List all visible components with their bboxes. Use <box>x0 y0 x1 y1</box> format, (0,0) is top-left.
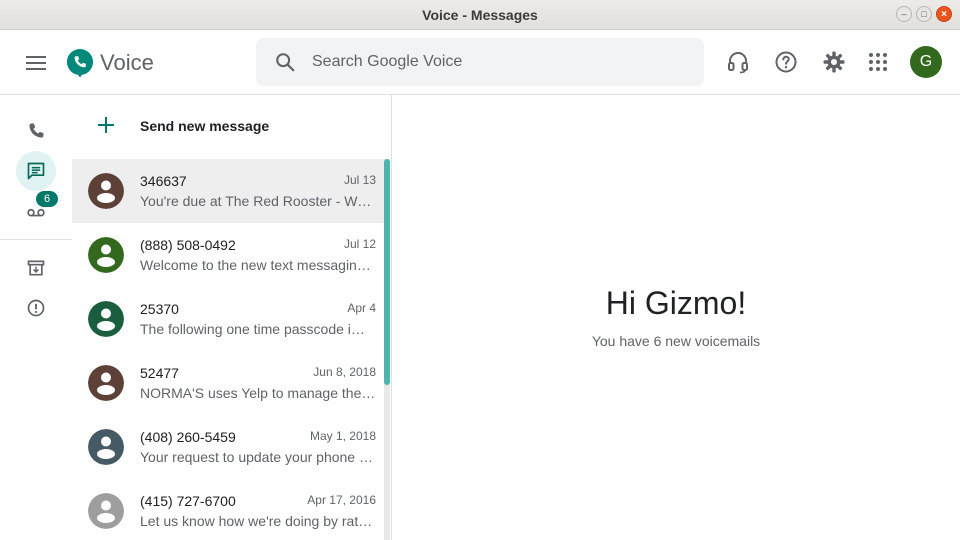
contact-avatar-icon <box>88 173 124 209</box>
scrollbar-thumb[interactable] <box>384 159 390 385</box>
plus-icon <box>98 117 114 133</box>
nav-archive[interactable] <box>16 248 56 288</box>
conversation-row[interactable]: 346637 Jul 13 You're due at The Red Roos… <box>72 159 384 223</box>
message-snippet: Your request to update your phone … <box>140 449 373 465</box>
rail-divider <box>0 239 72 240</box>
support-headset-icon[interactable] <box>726 50 750 74</box>
contact-name: (888) 508-0492 <box>140 237 236 253</box>
nav-rail: 6 <box>0 95 72 540</box>
menu-icon <box>26 56 46 58</box>
conversation-row[interactable]: (408) 260-5459 May 1, 2018 Your request … <box>72 415 384 479</box>
contact-avatar-icon <box>88 429 124 465</box>
app-header: Voice Search Google Voice G <box>0 30 960 95</box>
phone-icon <box>29 123 44 138</box>
contact-avatar-icon <box>88 493 124 529</box>
conversation-scrollbar[interactable] <box>384 159 390 540</box>
message-snippet: Let us know how we're doing by rat… <box>140 513 373 529</box>
window-title: Voice - Messages <box>422 6 538 23</box>
message-date: Jun 8, 2018 <box>313 365 376 379</box>
search-icon[interactable] <box>274 51 296 73</box>
message-snippet: The following one time passcode i… <box>140 321 365 337</box>
voicemail-summary: You have 6 new voicemails <box>591 333 761 349</box>
conversation-list-panel: Send new message 346637 Jul 13 You're du… <box>72 95 392 540</box>
message-icon <box>27 162 45 180</box>
spam-alert-icon <box>27 299 45 317</box>
search-bar[interactable] <box>256 38 704 86</box>
message-date: Jul 12 <box>343 237 376 251</box>
conversation-row[interactable]: (415) 727-6700 Apr 17, 2016 Let us know … <box>72 479 384 540</box>
contact-avatar-icon <box>88 365 124 401</box>
send-new-message-label: Send new message <box>140 118 270 134</box>
nav-messages[interactable] <box>16 151 56 191</box>
settings-gear-icon[interactable] <box>822 50 846 74</box>
nav-spam[interactable] <box>16 288 56 328</box>
main-menu-button[interactable] <box>24 52 48 72</box>
contact-avatar-icon <box>88 301 124 337</box>
close-window-button[interactable]: × <box>936 6 952 22</box>
message-snippet: You're due at The Red Rooster - Wo… <box>140 193 376 209</box>
search-input[interactable] <box>312 38 692 86</box>
account-avatar[interactable]: G <box>910 46 942 78</box>
message-date: Apr 17, 2016 <box>307 493 376 507</box>
conversation-row[interactable]: (888) 508-0492 Jul 12 Welcome to the new… <box>72 223 384 287</box>
conversation-list: 346637 Jul 13 You're due at The Red Roos… <box>72 159 384 540</box>
voicemail-count-badge: 6 <box>36 191 58 207</box>
nav-calls[interactable] <box>16 111 56 151</box>
greeting-heading: Hi Gizmo! <box>605 285 747 321</box>
send-new-message-button[interactable]: Send new message <box>72 95 391 159</box>
conversation-row[interactable]: 25370 Apr 4 The following one time passc… <box>72 287 384 351</box>
apps-grid-icon[interactable] <box>866 50 890 74</box>
maximize-button[interactable]: □ <box>916 6 932 22</box>
message-date: Apr 4 <box>347 301 376 315</box>
contact-name: 52477 <box>140 365 179 381</box>
message-date: Jul 13 <box>343 173 376 187</box>
contact-avatar-icon <box>88 237 124 273</box>
voice-logo-icon <box>67 49 93 78</box>
contact-name: (408) 260-5459 <box>140 429 236 445</box>
contact-name: 346637 <box>140 173 187 189</box>
minimize-button[interactable]: – <box>896 6 912 22</box>
archive-icon <box>27 260 45 276</box>
window-titlebar: Voice - Messages – □ × <box>0 0 960 30</box>
contact-name: 25370 <box>140 301 179 317</box>
conversation-row[interactable]: 52477 Jun 8, 2018 NORMA'S uses Yelp to m… <box>72 351 384 415</box>
window-controls: – □ × <box>896 6 952 22</box>
main-pane: Hi Gizmo! You have 6 new voicemails <box>392 95 960 540</box>
message-date: May 1, 2018 <box>309 429 376 443</box>
app-name: Voice <box>100 50 154 75</box>
message-snippet: NORMA'S uses Yelp to manage thei… <box>140 385 376 401</box>
contact-name: (415) 727-6700 <box>140 493 236 509</box>
message-snippet: Welcome to the new text messagin… <box>140 257 371 273</box>
help-icon[interactable] <box>774 50 798 74</box>
